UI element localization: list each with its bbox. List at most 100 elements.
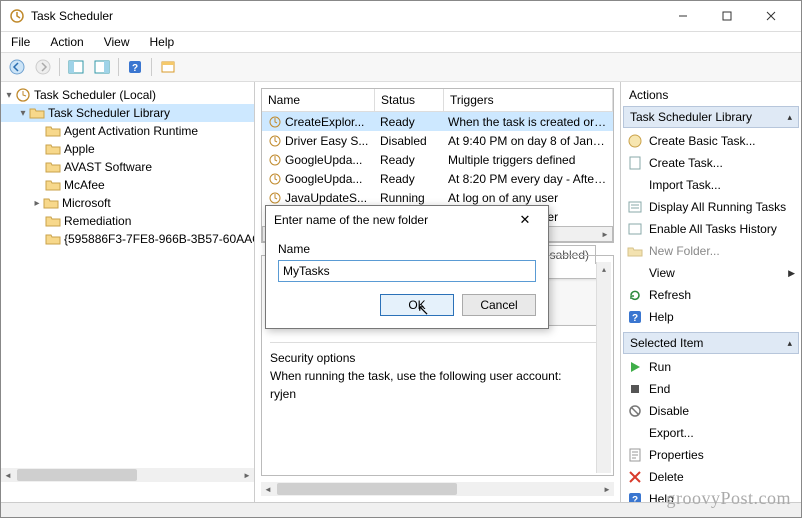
maximize-button[interactable] bbox=[705, 2, 749, 30]
scroll-right-icon[interactable]: ► bbox=[600, 483, 614, 495]
view-button[interactable] bbox=[156, 56, 180, 78]
expand-toggle[interactable]: ▾ bbox=[3, 90, 15, 101]
svg-text:?: ? bbox=[632, 313, 638, 324]
task-row[interactable]: GoogleUpda... ReadyMultiple triggers defi… bbox=[262, 150, 613, 169]
tree-item[interactable]: {595886F3-7FE8-966B-3B57-60AACF398 bbox=[1, 230, 254, 248]
folder-name-input[interactable] bbox=[278, 260, 536, 282]
collapse-icon[interactable]: ▴ bbox=[787, 112, 792, 123]
dialog-title: Enter name of the new folder bbox=[274, 213, 428, 227]
tree-label: Task Scheduler Library bbox=[48, 106, 170, 120]
menu-action[interactable]: Action bbox=[46, 33, 87, 51]
task-row[interactable]: CreateExplor...ReadyWhen the task is cre… bbox=[262, 112, 613, 131]
folder-icon bbox=[45, 159, 61, 175]
task-trigger: Multiple triggers defined bbox=[442, 153, 613, 167]
task-trigger: At log on of any user bbox=[442, 191, 613, 205]
scroll-left-icon[interactable]: ◄ bbox=[1, 469, 15, 481]
scroll-left-icon[interactable]: ◄ bbox=[261, 483, 275, 495]
scroll-up-icon[interactable]: ▴ bbox=[597, 262, 611, 276]
name-label: Name bbox=[278, 242, 536, 256]
action-export[interactable]: Export... bbox=[623, 422, 799, 444]
action-enable-history[interactable]: Enable All Tasks History bbox=[623, 218, 799, 240]
tree-item[interactable]: AVAST Software bbox=[1, 158, 254, 176]
close-button[interactable] bbox=[749, 2, 793, 30]
task-trigger: At 9:40 PM on day 8 of January, February… bbox=[442, 134, 613, 148]
scroll-thumb[interactable] bbox=[17, 469, 137, 481]
task-list-header: Name Status Triggers bbox=[262, 89, 613, 112]
tree-hscroll[interactable]: ◄ ► bbox=[1, 468, 254, 482]
center-hscroll[interactable]: ◄ ► bbox=[261, 482, 614, 496]
task-row[interactable]: GoogleUpda...ReadyAt 8:20 PM every day -… bbox=[262, 169, 613, 188]
scroll-right-icon[interactable]: ► bbox=[240, 469, 254, 481]
properties-icon bbox=[627, 447, 643, 463]
action-disable[interactable]: Disable bbox=[623, 400, 799, 422]
minimize-button[interactable] bbox=[661, 2, 705, 30]
action-run[interactable]: Run bbox=[623, 356, 799, 378]
tree-item[interactable]: McAfee bbox=[1, 176, 254, 194]
new-folder-dialog: Enter name of the new folder ✕ Name OK C… bbox=[265, 205, 549, 329]
svg-text:?: ? bbox=[132, 63, 138, 74]
cancel-button[interactable]: Cancel bbox=[462, 294, 536, 316]
window-title: Task Scheduler bbox=[31, 9, 661, 23]
section-label: Selected Item bbox=[630, 336, 703, 350]
action-create-basic-task[interactable]: Create Basic Task... bbox=[623, 130, 799, 152]
scroll-right-icon[interactable]: ► bbox=[598, 228, 612, 240]
expand-toggle[interactable]: ▸ bbox=[31, 198, 43, 209]
tree-label: Agent Activation Runtime bbox=[64, 124, 198, 138]
tree-label: Microsoft bbox=[62, 196, 111, 210]
help-button[interactable]: ? bbox=[123, 56, 147, 78]
menu-file[interactable]: File bbox=[7, 33, 34, 51]
submenu-arrow-icon: ▶ bbox=[788, 268, 795, 279]
expand-toggle[interactable]: ▾ bbox=[17, 108, 29, 119]
task-row[interactable]: Driver Easy S...DisabledAt 9:40 PM on da… bbox=[262, 131, 613, 150]
action-help[interactable]: ?Help bbox=[623, 306, 799, 328]
actions-section-selected[interactable]: Selected Item ▴ bbox=[623, 332, 799, 354]
titlebar: Task Scheduler bbox=[1, 1, 801, 32]
action-import-task[interactable]: Import Task... bbox=[623, 174, 799, 196]
details-vscroll[interactable]: ▴ bbox=[596, 262, 611, 473]
actions-section-library[interactable]: Task Scheduler Library ▴ bbox=[623, 106, 799, 128]
action-properties[interactable]: Properties bbox=[623, 444, 799, 466]
folder-icon bbox=[29, 105, 45, 121]
action-refresh[interactable]: Refresh bbox=[623, 284, 799, 306]
ok-button[interactable]: OK bbox=[380, 294, 454, 316]
task-status: Ready bbox=[374, 153, 442, 167]
tree-item[interactable]: Remediation bbox=[1, 212, 254, 230]
tree-item[interactable]: Agent Activation Runtime bbox=[1, 122, 254, 140]
task-icon bbox=[268, 191, 282, 205]
column-name[interactable]: Name bbox=[262, 89, 375, 111]
actions-title: Actions bbox=[623, 84, 799, 106]
action-view[interactable]: View▶ bbox=[623, 262, 799, 284]
tree-root[interactable]: ▾ Task Scheduler (Local) bbox=[1, 86, 254, 104]
forward-button[interactable] bbox=[31, 56, 55, 78]
action-delete[interactable]: Delete bbox=[623, 466, 799, 488]
tree-library[interactable]: ▾ Task Scheduler Library bbox=[1, 104, 254, 122]
tree-item[interactable]: Apple bbox=[1, 140, 254, 158]
back-button[interactable] bbox=[5, 56, 29, 78]
action-display-running[interactable]: Display All Running Tasks bbox=[623, 196, 799, 218]
stop-icon bbox=[627, 381, 643, 397]
show-hide-actions-button[interactable] bbox=[90, 56, 114, 78]
tree-pane[interactable]: ▾ Task Scheduler (Local) ▾ Task Schedule… bbox=[1, 82, 255, 502]
task-name: GoogleUpda... bbox=[285, 153, 362, 167]
action-create-task[interactable]: Create Task... bbox=[623, 152, 799, 174]
task-trigger: When the task is created or modified bbox=[442, 115, 613, 129]
dialog-titlebar[interactable]: Enter name of the new folder ✕ bbox=[266, 206, 548, 234]
scroll-thumb[interactable] bbox=[277, 483, 457, 495]
menu-view[interactable]: View bbox=[100, 33, 134, 51]
task-icon bbox=[268, 134, 282, 148]
task-status: Disabled bbox=[374, 134, 442, 148]
column-triggers[interactable]: Triggers bbox=[444, 89, 613, 111]
collapse-icon[interactable]: ▴ bbox=[787, 338, 792, 349]
column-status[interactable]: Status bbox=[375, 89, 444, 111]
tree-label: AVAST Software bbox=[64, 160, 152, 174]
show-hide-tree-button[interactable] bbox=[64, 56, 88, 78]
action-end[interactable]: End bbox=[623, 378, 799, 400]
folder-icon bbox=[45, 123, 61, 139]
folder-icon bbox=[45, 213, 61, 229]
toolbar: ? bbox=[1, 52, 801, 82]
menu-help[interactable]: Help bbox=[146, 33, 179, 51]
dialog-close-button[interactable]: ✕ bbox=[510, 209, 540, 231]
task-icon bbox=[627, 155, 643, 171]
task-icon bbox=[268, 153, 282, 167]
tree-item[interactable]: ▸ Microsoft bbox=[1, 194, 254, 212]
